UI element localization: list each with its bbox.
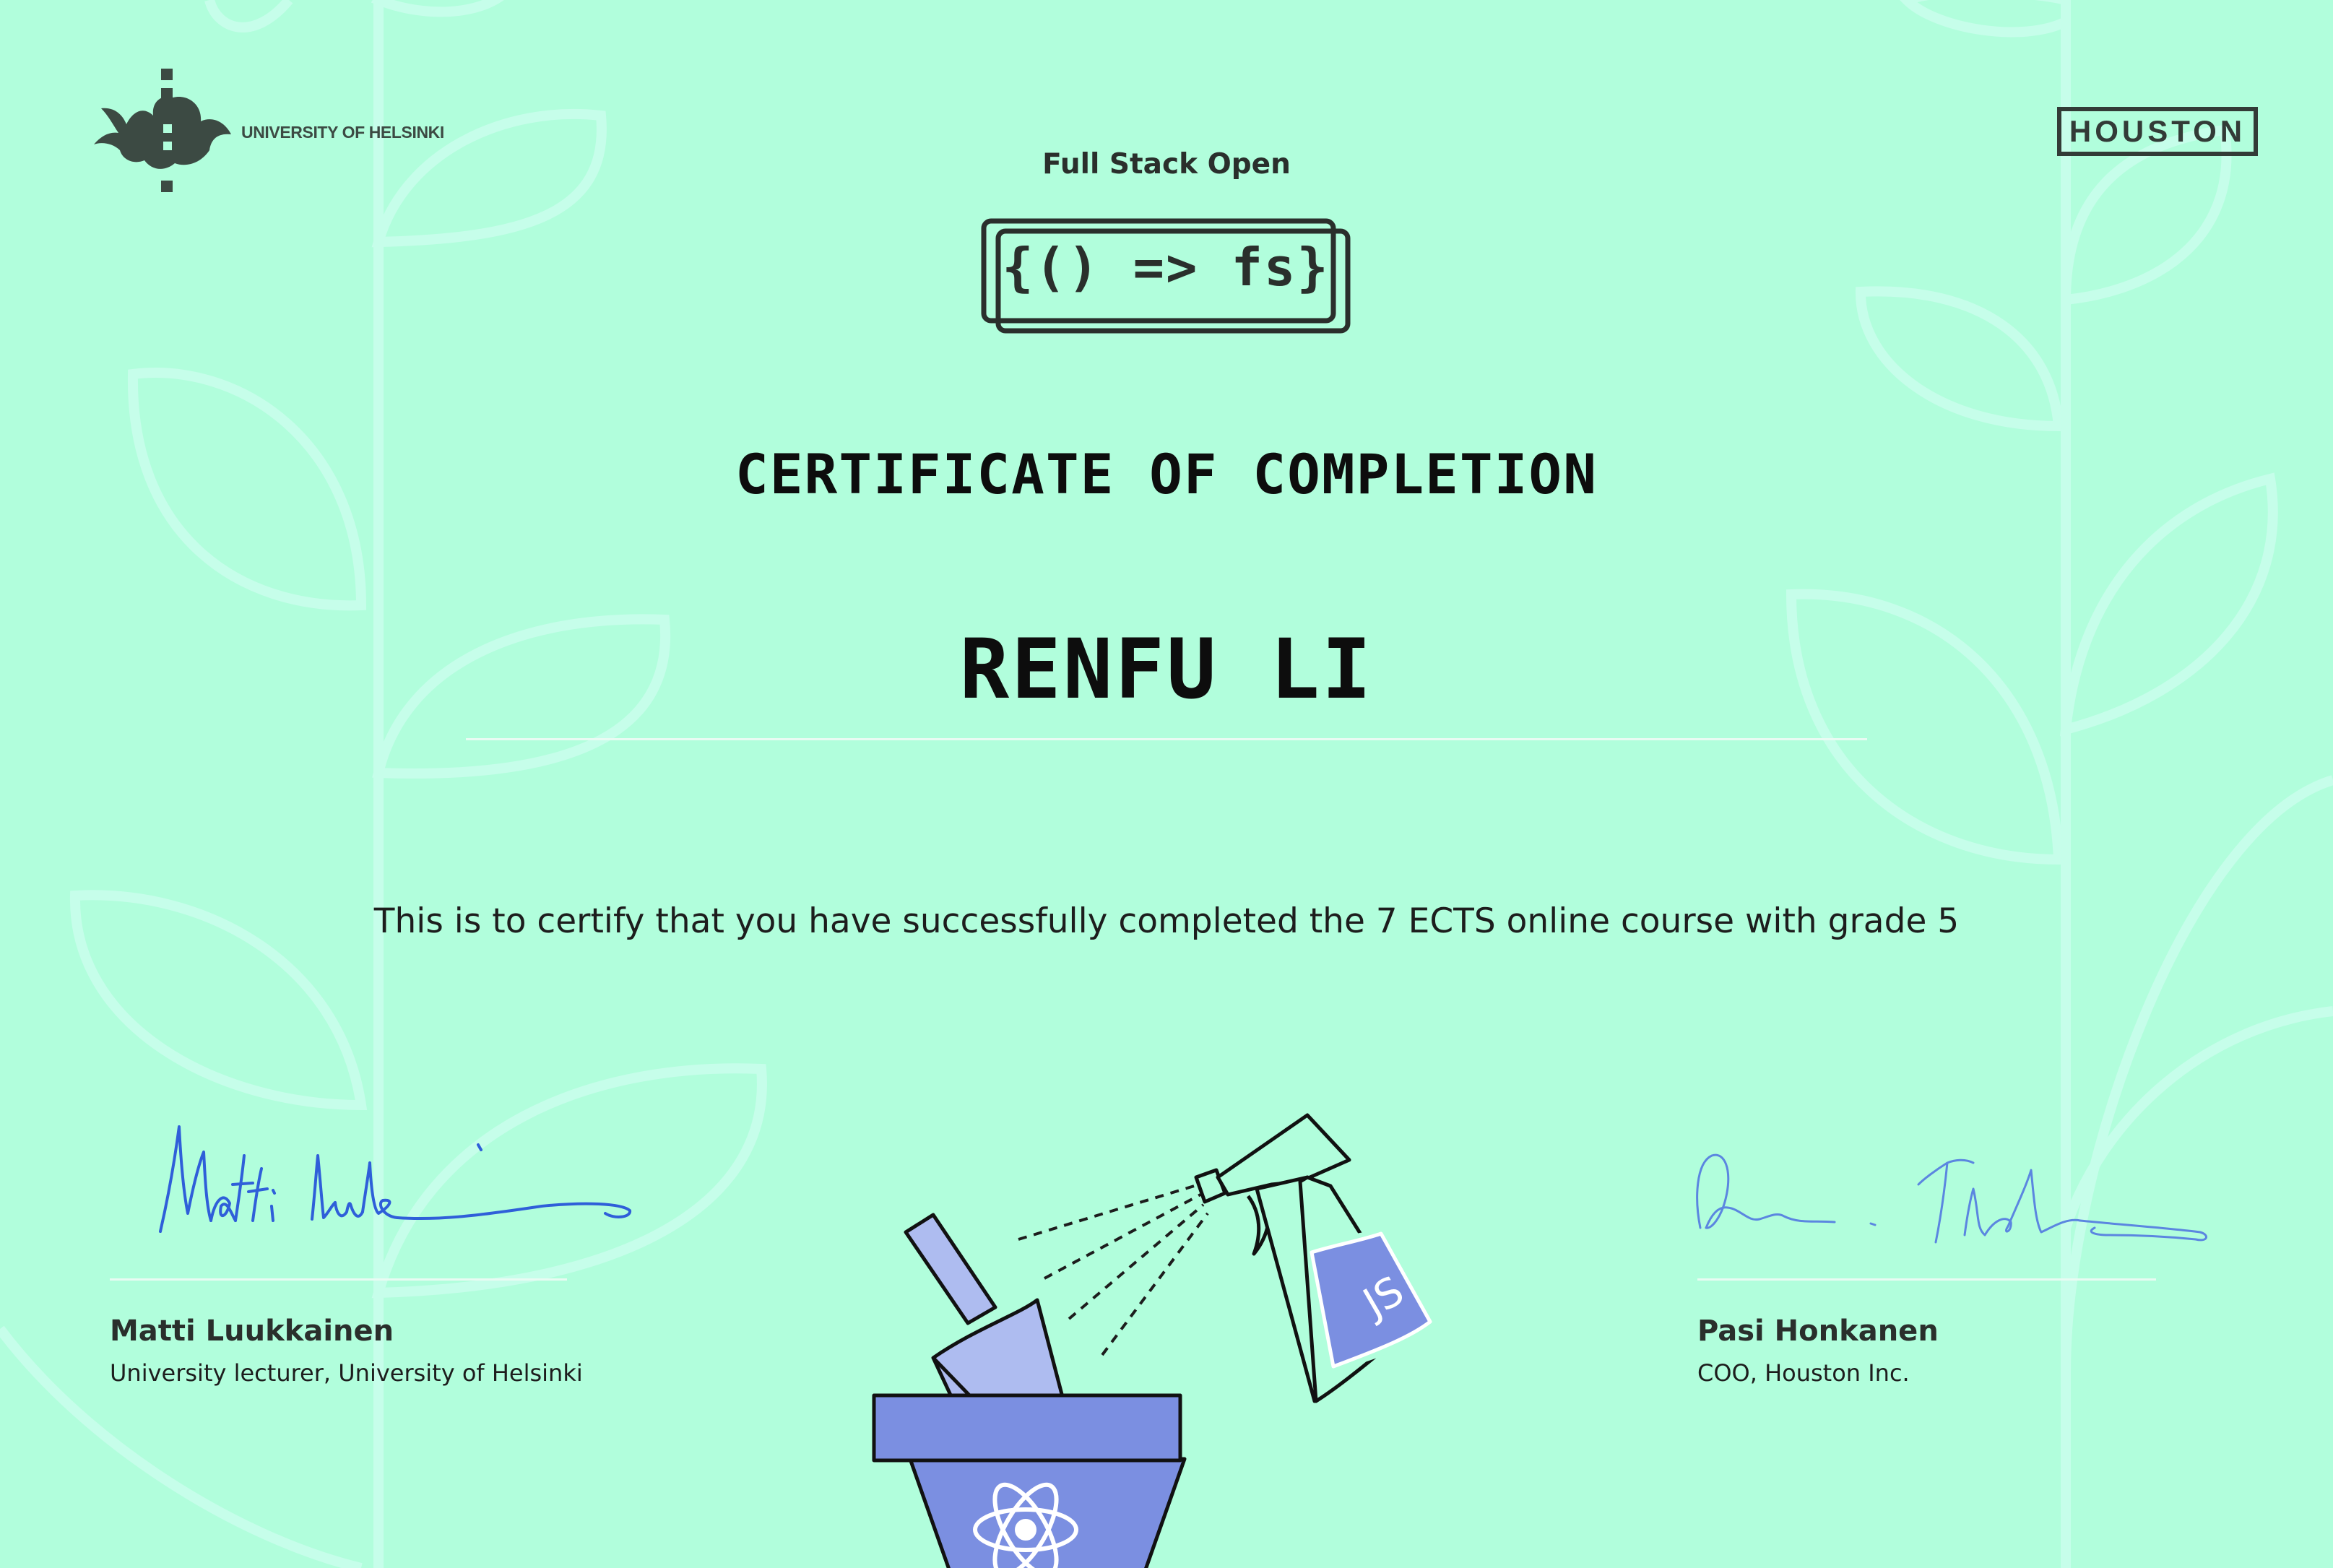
- houston-logo: HOUSTON: [2057, 107, 2258, 156]
- name-underline: [466, 738, 1867, 740]
- signature-line-left: [110, 1278, 567, 1281]
- signature-pasi-honkanen: [1696, 1153, 2207, 1244]
- full-stack-open-logo: {() => fs}: [981, 218, 1351, 334]
- course-name: Full Stack Open: [1042, 148, 1291, 181]
- university-of-helsinki-flame-logo: [94, 69, 231, 192]
- shovel-icon: [904, 1213, 1065, 1403]
- spray-mist-icon: [1018, 1183, 1209, 1356]
- signatory-name-right: Pasi Honkanen: [1697, 1314, 1939, 1348]
- certification-statement: This is to certify that you have success…: [373, 901, 1960, 941]
- course-logo-text: {() => fs}: [1002, 237, 1330, 298]
- recipient-name: RENFU LI: [959, 621, 1374, 717]
- gardening-illustration: JS: [872, 1113, 1433, 1568]
- certificate-page: UNIVERSITY OF HELSINKI HOUSTON Full Stac…: [0, 0, 2333, 1568]
- signature-matti-luukkainen: [159, 1125, 631, 1233]
- university-logo-text: UNIVERSITY OF HELSINKI: [241, 123, 444, 142]
- signature-line-right: [1697, 1278, 2156, 1281]
- certificate-heading: CERTIFICATE OF COMPLETION: [735, 442, 1598, 506]
- signatory-name-left: Matti Luukkainen: [110, 1314, 394, 1348]
- signatory-title-left: University lecturer, University of Helsi…: [110, 1359, 583, 1387]
- spray-bottle-icon: [1194, 1113, 1433, 1403]
- flower-pot-icon: [872, 1393, 1187, 1568]
- signatory-title-right: COO, Houston Inc.: [1697, 1359, 1910, 1387]
